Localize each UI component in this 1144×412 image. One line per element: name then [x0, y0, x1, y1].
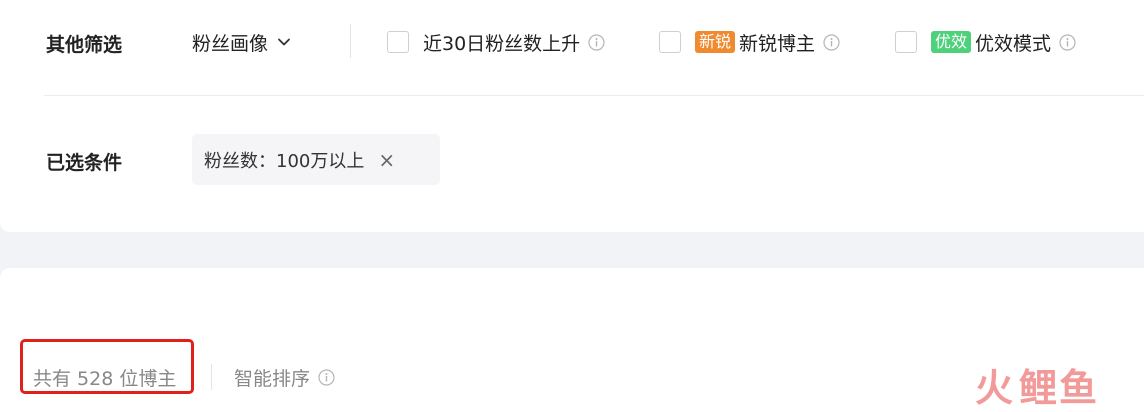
info-icon[interactable] [588, 33, 605, 51]
filter-option-new-blogger[interactable]: 新锐 新锐博主 [659, 29, 840, 55]
result-count: 共有 528 位博主 [33, 368, 177, 390]
close-icon[interactable]: × [378, 150, 395, 170]
chevron-down-icon [278, 38, 290, 46]
effective-badge: 优效 [931, 31, 972, 53]
new-blogger-checkbox[interactable] [659, 31, 681, 53]
watermark-right: 鲤鱼 [1019, 365, 1100, 410]
fans-rising-checkbox[interactable] [387, 31, 409, 53]
other-filters-label: 其他筛选 [46, 34, 123, 56]
info-icon[interactable] [318, 369, 335, 386]
effective-mode-label: 优效模式 [975, 32, 1052, 55]
selected-conditions-label: 已选条件 [46, 152, 123, 174]
smart-sort-label: 智能排序 [234, 368, 311, 390]
filter-option-effective-mode[interactable]: 优效 优效模式 [895, 29, 1076, 55]
effective-mode-checkbox[interactable] [895, 31, 917, 53]
new-badge: 新锐 [695, 31, 736, 53]
fans-rising-label: 近30日粉丝数上升 [423, 32, 581, 55]
fan-profile-dropdown[interactable]: 粉丝画像 [192, 29, 292, 55]
watermark-left: 火 [975, 365, 1016, 410]
smart-sort-button[interactable]: 智能排序 [234, 364, 335, 391]
results-divider [211, 364, 212, 390]
fan-profile-dropdown-label: 粉丝画像 [192, 32, 269, 55]
filter-divider [350, 24, 351, 58]
row-divider [44, 95, 1144, 96]
filter-option-fans-rising[interactable]: 近30日粉丝数上升 [387, 29, 605, 55]
info-icon[interactable] [823, 33, 840, 51]
new-blogger-label: 新锐博主 [739, 32, 816, 55]
selected-condition-tag: 粉丝数：100万以上 × [192, 134, 440, 185]
info-icon[interactable] [1059, 33, 1076, 51]
watermark-logo: 火 鲤鱼 [975, 362, 1125, 410]
selected-condition-text: 粉丝数：100万以上 [204, 150, 365, 172]
